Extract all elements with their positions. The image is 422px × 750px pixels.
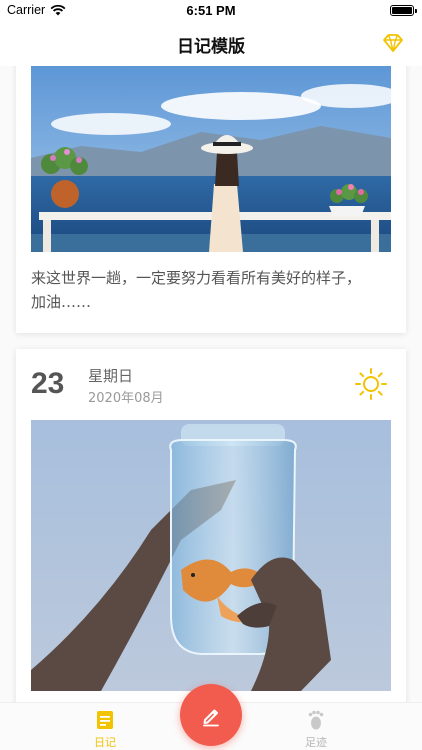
status-bar: Carrier 6:51 PM (0, 0, 422, 22)
diary-icon (97, 711, 113, 729)
pen-icon (203, 709, 219, 727)
sun-icon (355, 368, 387, 400)
tab-diary[interactable]: 日记 (75, 709, 135, 750)
lake-scene-image (31, 66, 391, 252)
diary-caption: 来这世界一趟，一定要努力看看所有美好的样子，加油…… (31, 269, 362, 311)
entry-year-month: 2020年08月 (88, 391, 164, 406)
battery-icon (390, 5, 417, 16)
diary-list[interactable]: 来这世界一趟，一定要努力看看所有美好的样子，加油…… 23 星期日 2020年0… (0, 66, 422, 702)
write-diary-button[interactable] (180, 684, 242, 746)
goldfish-jar-image (31, 420, 391, 691)
footprint-icon (308, 710, 324, 730)
entry-day: 23 (31, 367, 65, 400)
diary-photo (31, 66, 391, 252)
nav-bar: 日记模版 (0, 22, 422, 66)
diary-photo (31, 420, 391, 691)
page-title: 日记模版 (177, 37, 245, 57)
entry-weekday: 星期日 (88, 367, 134, 385)
battery-fill (392, 7, 412, 14)
tab-footprint[interactable]: 足迹 (286, 709, 346, 750)
status-time: 6:51 PM (186, 3, 236, 18)
diary-card[interactable]: 23 星期日 2020年08月 (16, 349, 406, 702)
tab-diary-label: 日记 (94, 736, 116, 749)
tab-footprint-label: 足迹 (305, 736, 327, 749)
diamond-icon[interactable] (380, 30, 406, 56)
diary-card[interactable]: 来这世界一趟，一定要努力看看所有美好的样子，加油…… (16, 66, 406, 333)
battery-tip (415, 9, 417, 13)
